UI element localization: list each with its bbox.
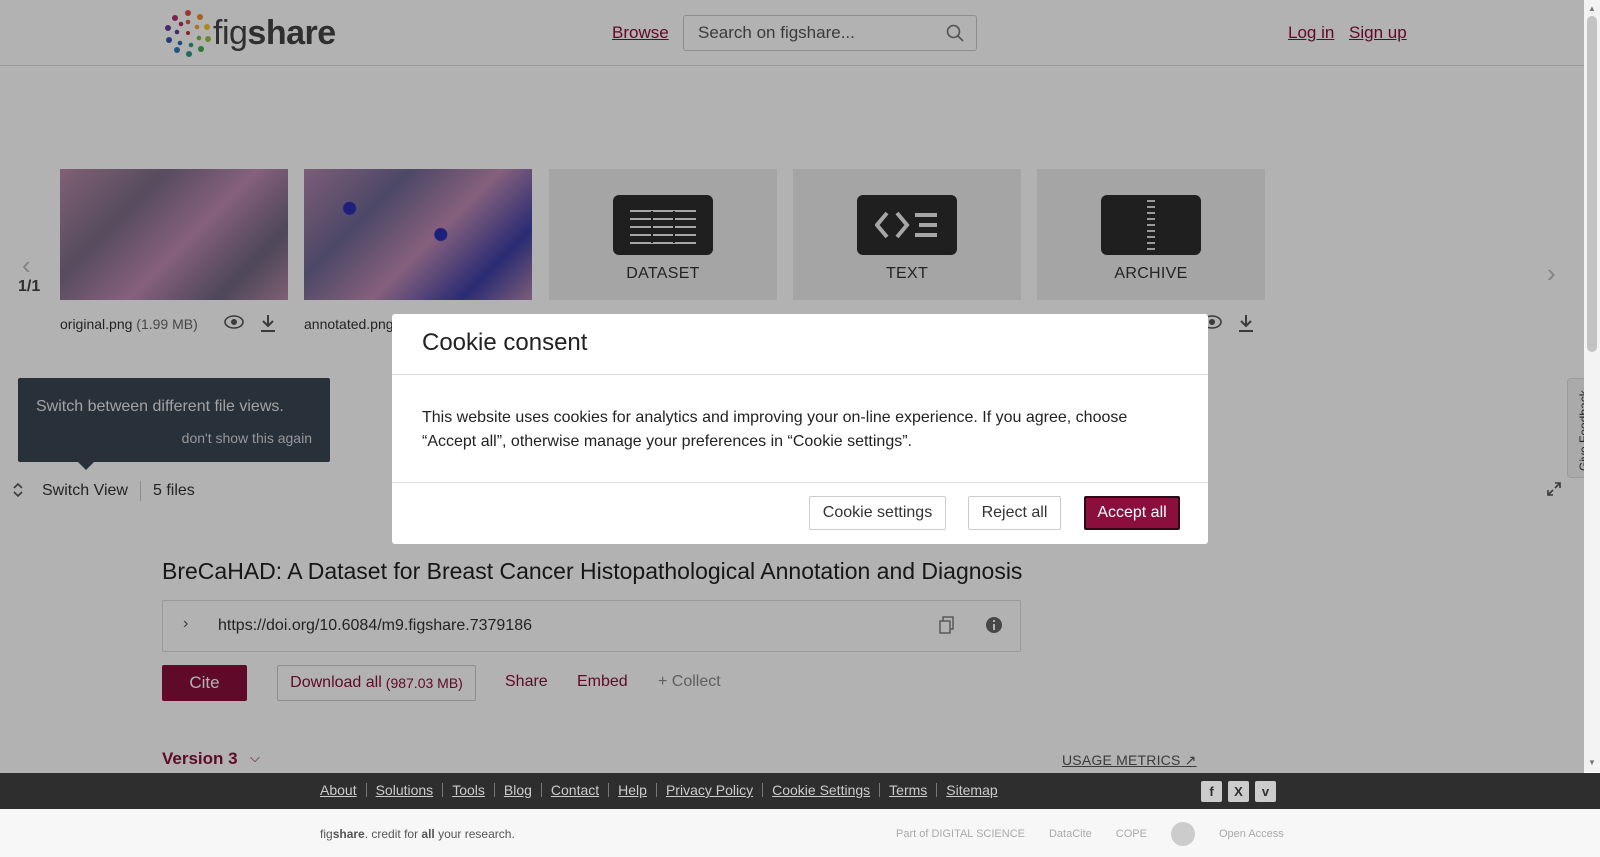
modal-body: This website uses cookies for analytics … <box>422 409 1128 450</box>
cope-logo[interactable]: COPE <box>1116 828 1147 840</box>
reject-all-button[interactable]: Reject all <box>968 496 1061 530</box>
facebook-icon[interactable]: f <box>1201 781 1222 802</box>
footer-link-privacy[interactable]: Privacy Policy <box>657 783 764 797</box>
footer-tagline: figshare. credit for all your research. <box>320 827 515 841</box>
divider <box>392 374 1208 375</box>
footer-bottom: figshare. credit for all your research. … <box>0 809 1600 857</box>
footer-link-tools[interactable]: Tools <box>443 783 495 797</box>
seal-logo[interactable] <box>1170 822 1195 846</box>
datacite-logo[interactable]: DataCite <box>1049 828 1092 840</box>
partner-logos: Part of DIGITAL SCIENCE DataCite COPE Op… <box>896 822 1284 846</box>
footer-links: About Solutions Tools Blog Contact Help … <box>320 783 1007 797</box>
cookie-consent-modal: Cookie consent This website uses cookies… <box>392 314 1208 544</box>
modal-title: Cookie consent <box>422 329 588 356</box>
vimeo-icon[interactable]: v <box>1255 781 1276 802</box>
page-scrollbar[interactable]: ▲ ▼ <box>1584 0 1600 772</box>
footer-link-cookie-settings[interactable]: Cookie Settings <box>763 783 881 797</box>
divider <box>392 482 1208 483</box>
social-links: f X v <box>1201 781 1276 802</box>
scroll-thumb[interactable] <box>1587 16 1597 352</box>
digital-science-logo[interactable]: Part of DIGITAL SCIENCE <box>896 828 1025 840</box>
x-icon[interactable]: X <box>1228 781 1249 802</box>
accept-all-button[interactable]: Accept all <box>1084 496 1180 530</box>
footer-link-sitemap[interactable]: Sitemap <box>937 783 1006 797</box>
cookie-settings-button[interactable]: Cookie settings <box>809 496 946 530</box>
footer-link-contact[interactable]: Contact <box>542 783 610 797</box>
scroll-up-icon[interactable]: ▲ <box>1588 4 1596 13</box>
footer-link-solutions[interactable]: Solutions <box>367 783 444 797</box>
footer-link-blog[interactable]: Blog <box>495 783 542 797</box>
open-access-logo[interactable]: Open Access <box>1219 828 1284 840</box>
footer-link-help[interactable]: Help <box>609 783 657 797</box>
scroll-down-icon[interactable]: ▼ <box>1588 758 1596 767</box>
footer-link-about[interactable]: About <box>320 783 367 797</box>
footer-nav: About Solutions Tools Blog Contact Help … <box>0 773 1600 809</box>
footer-link-terms[interactable]: Terms <box>880 783 938 797</box>
